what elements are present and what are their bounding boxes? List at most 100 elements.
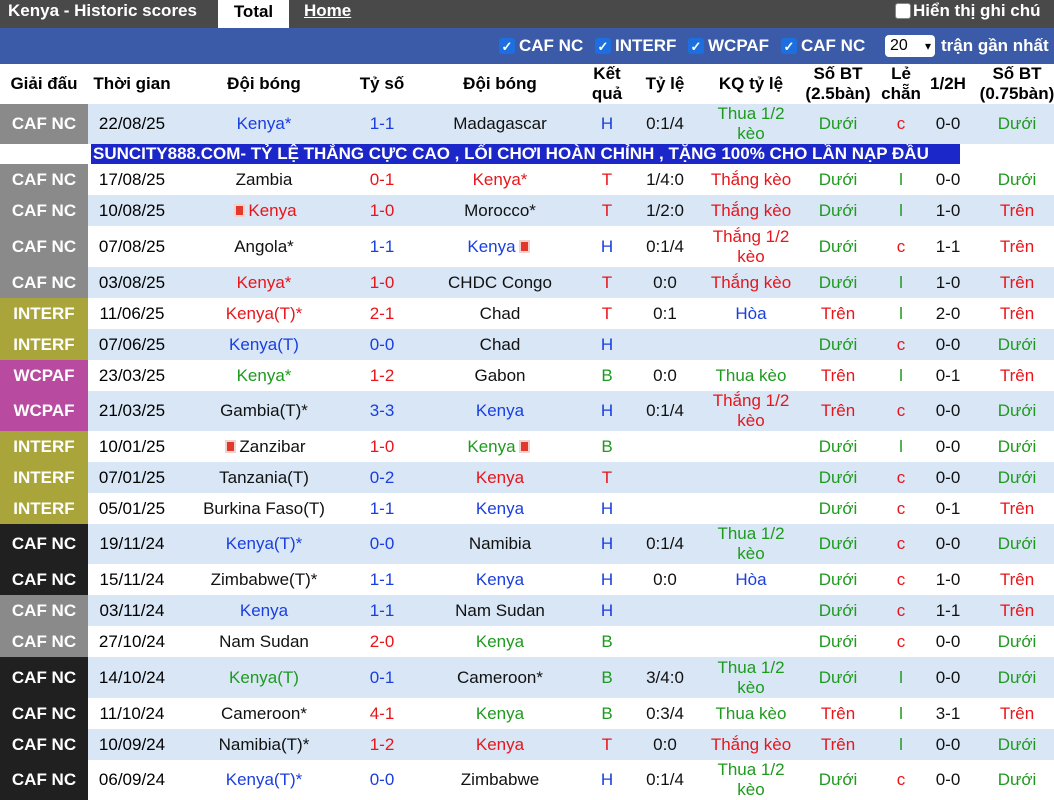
table-row[interactable]: CAF NC 27/10/24 Nam Sudan 2-0 Kenya B Dưới c 0-0…: [0, 626, 1054, 657]
away-team-cell[interactable]: Kenya: [412, 391, 588, 431]
ad-banner[interactable]: SUNCITY888.COM- TỶ LỆ THẮNG CỰC CAO , LỐ…: [91, 144, 960, 164]
away-team-cell[interactable]: Kenya*: [412, 164, 588, 195]
home-team-cell[interactable]: Kenya(T)*: [176, 298, 352, 329]
tab-home[interactable]: Home: [304, 1, 351, 21]
odds-result-text: Thua kèo: [715, 703, 787, 723]
away-team-cell[interactable]: Zimbabwe: [412, 760, 588, 800]
home-team-cell[interactable]: Kenya: [176, 595, 352, 626]
check-icon[interactable]: ✓: [781, 38, 797, 54]
away-team-cell[interactable]: Morocco*: [412, 195, 588, 226]
filter-wcpaf[interactable]: ✓ WCPAF: [688, 36, 769, 56]
home-team-cell[interactable]: Kenya(T)*: [176, 760, 352, 800]
date-cell: 07/08/25: [88, 226, 176, 267]
check-icon[interactable]: ✓: [688, 38, 704, 54]
home-team-cell[interactable]: Kenya(T): [176, 657, 352, 698]
away-team-cell[interactable]: Chad: [412, 329, 588, 360]
col-half: 1/2H: [930, 74, 966, 93]
table-row[interactable]: CAF NC 11/10/24 Cameroon* 4-1 Kenya B 0:3/4 Thu…: [0, 698, 1054, 729]
league-cell: CAF NC: [0, 164, 88, 195]
home-team-cell[interactable]: Zambia: [176, 164, 352, 195]
away-team-cell[interactable]: Namibia: [412, 524, 588, 564]
home-team-cell[interactable]: Zimbabwe(T)*: [176, 564, 352, 595]
away-team-cell[interactable]: Nam Sudan: [412, 595, 588, 626]
home-team-cell[interactable]: Kenya(T)*: [176, 524, 352, 564]
table-row[interactable]: CAF NC 19/11/24 Kenya(T)* 0-0 Namibia H 0:1/4 T…: [0, 524, 1054, 564]
goals-075-cell: Dưới: [975, 760, 1054, 800]
away-team-cell[interactable]: Madagascar: [412, 104, 588, 144]
table-row[interactable]: CAF NC 17/08/25 Zambia 0-1 Kenya* T 1/4:0 Thắng…: [0, 164, 1054, 195]
away-team-cell[interactable]: Kenya: [412, 226, 588, 267]
home-team-cell[interactable]: Kenya*: [176, 104, 352, 144]
table-row[interactable]: INTERF 07/01/25 Tanzania(T) 0-2 Kenya T Dưới c 0…: [0, 462, 1054, 493]
col-goals-075: Số BT (0.75bàn): [979, 64, 1054, 103]
odds-result-text: Thua 1/2 kèo: [717, 760, 785, 799]
away-team-cell[interactable]: Cameroon*: [412, 657, 588, 698]
away-team-cell[interactable]: Kenya: [412, 493, 588, 524]
table-row[interactable]: CAF NC 03/08/25 Kenya* 1-0 CHDC Congo T 0:0 Thắ…: [0, 267, 1054, 298]
table-row[interactable]: INTERF 10/01/25 Zanzibar 1-0 Kenya B Dưới l 0-0 D…: [0, 431, 1054, 462]
league-cell: INTERF: [0, 298, 88, 329]
result-text: T: [601, 734, 613, 754]
table-row[interactable]: WCPAF 21/03/25 Gambia(T)* 3-3 Kenya H 0:1/4 Thắ…: [0, 391, 1054, 431]
league-cell: CAF NC: [0, 729, 88, 760]
table-row[interactable]: INTERF 11/06/25 Kenya(T)* 2-1 Chad T 0:1 Hòa Trê…: [0, 298, 1054, 329]
odds-result-cell: Thắng kèo: [701, 195, 801, 226]
table-row[interactable]: CAF NC 14/10/24 Kenya(T) 0-1 Cameroon* B 3/4:0…: [0, 657, 1054, 698]
result-text: T: [601, 303, 613, 323]
away-team-cell[interactable]: Kenya: [412, 698, 588, 729]
table-row[interactable]: CAF NC 06/09/24 Kenya(T)* 0-0 Zimbabwe H 0:1/4…: [0, 760, 1054, 800]
table-row[interactable]: CAF NC 15/11/24 Zimbabwe(T)* 1-1 Kenya H 0:0 Hò…: [0, 564, 1054, 595]
match-count-select[interactable]: 20 ▾: [885, 35, 935, 57]
result-cell: T: [585, 267, 629, 298]
home-team-cell[interactable]: Kenya*: [176, 267, 352, 298]
away-team-cell[interactable]: Gabon: [412, 360, 588, 391]
check-icon[interactable]: ✓: [499, 38, 515, 54]
away-team-cell[interactable]: CHDC Congo: [412, 267, 588, 298]
filter-interf[interactable]: ✓ INTERF: [595, 36, 676, 56]
table-row[interactable]: CAF NC 22/08/25 Kenya* 1-1 Madagascar H 0:1/4 T…: [0, 104, 1054, 144]
home-team-cell[interactable]: Kenya: [176, 195, 352, 226]
away-team-cell[interactable]: Chad: [412, 298, 588, 329]
home-team-cell[interactable]: Namibia(T)*: [176, 729, 352, 760]
half-score-text: 1-1: [935, 600, 961, 620]
score-text: 1-1: [369, 600, 395, 620]
away-team-cell[interactable]: Kenya: [412, 729, 588, 760]
check-icon[interactable]: ✓: [595, 38, 611, 54]
tab-total[interactable]: Total: [218, 0, 289, 28]
table-row[interactable]: WCPAF 23/03/25 Kenya* 1-2 Gabon B 0:0 Thua kèo T…: [0, 360, 1054, 391]
goals-25-cell: Trên: [795, 698, 881, 729]
odd-even-cell: c: [880, 391, 922, 431]
table-row[interactable]: CAF NC 07/08/25 Angola* 1-1 Kenya H 0:1/4 Thắng…: [0, 226, 1054, 267]
show-note-checkbox[interactable]: [895, 3, 911, 19]
home-team-cell[interactable]: Nam Sudan: [176, 626, 352, 657]
show-note-toggle[interactable]: Hiển thị ghi chú: [895, 1, 1041, 21]
home-team-cell[interactable]: Zanzibar: [176, 431, 352, 462]
table-row[interactable]: INTERF 07/06/25 Kenya(T) 0-0 Chad H Dưới c 0-0 Dư…: [0, 329, 1054, 360]
home-team-cell[interactable]: Gambia(T)*: [176, 391, 352, 431]
table-row[interactable]: CAF NC 10/08/25 Kenya 1-0 Morocco* T 1/2:0 Thắn…: [0, 195, 1054, 226]
home-team-cell[interactable]: Kenya(T): [176, 329, 352, 360]
home-team-cell[interactable]: Cameroon*: [176, 698, 352, 729]
table-row[interactable]: INTERF 05/01/25 Burkina Faso(T) 1-1 Kenya H Dư…: [0, 493, 1054, 524]
goals-075-text: Dưới: [997, 734, 1037, 754]
away-team-cell[interactable]: Kenya: [412, 626, 588, 657]
home-team-text: Kenya: [248, 200, 297, 220]
away-team-cell[interactable]: Kenya: [412, 431, 588, 462]
filter-caf-nc[interactable]: ✓ CAF NC: [499, 36, 583, 56]
goals-075-cell: Dưới: [975, 104, 1054, 144]
odds-text: 0:0: [653, 569, 677, 589]
table-row[interactable]: CAF NC 03/11/24 Kenya 1-1 Nam Sudan H Dưới c 1-1…: [0, 595, 1054, 626]
away-team-cell[interactable]: Kenya: [412, 564, 588, 595]
home-team-text: Kenya(T)*: [225, 534, 303, 553]
home-team-text: Kenya(T): [229, 667, 299, 687]
home-team-cell[interactable]: Burkina Faso(T): [176, 493, 352, 524]
home-team-cell[interactable]: Angola*: [176, 226, 352, 267]
away-team-cell[interactable]: Kenya: [412, 462, 588, 493]
goals-25-cell: Dưới: [795, 595, 881, 626]
half-score-cell: 0-0: [922, 329, 974, 360]
home-team-cell[interactable]: Tanzania(T): [176, 462, 352, 493]
table-row[interactable]: CAF NC 10/09/24 Namibia(T)* 1-2 Kenya T 0:0 Thắ…: [0, 729, 1054, 760]
home-team-cell[interactable]: Kenya*: [176, 360, 352, 391]
half-score-text: 0-0: [935, 770, 961, 789]
filter-caf-nc-2[interactable]: ✓ CAF NC: [781, 36, 865, 56]
